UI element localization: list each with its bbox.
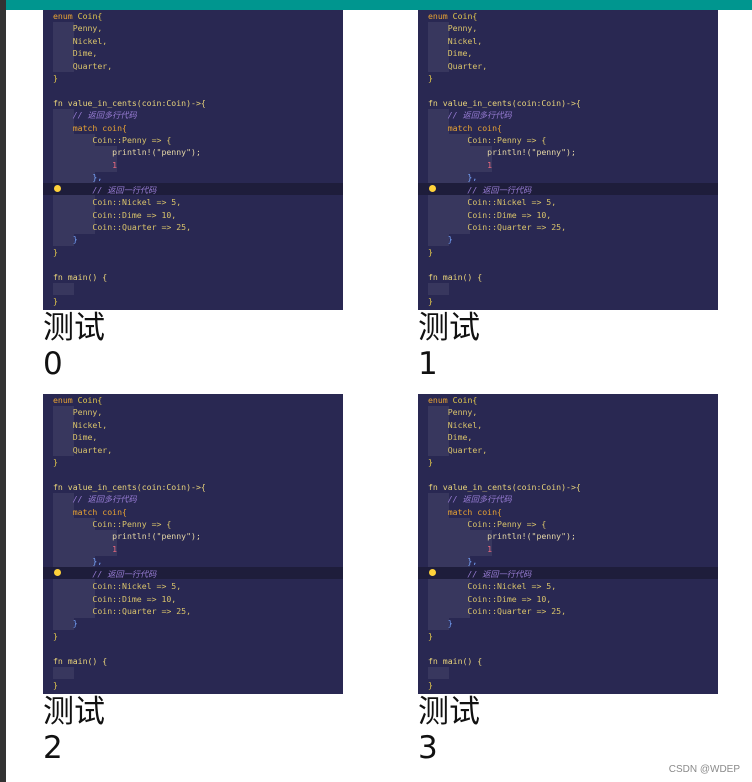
test-index: 3: [418, 730, 438, 766]
rust-code: enum Coin{ Penny, Nickel, Dime, Quarter,…: [53, 395, 206, 691]
test-label: 测试: [418, 310, 480, 346]
left-edge-bar: [0, 0, 6, 782]
test-cell-2: enum Coin{ Penny, Nickel, Dime, Quarter,…: [43, 394, 343, 766]
test-cell-1: enum Coin{ Penny, Nickel, Dime, Quarter,…: [418, 10, 718, 382]
code-screenshot: enum Coin{ Penny, Nickel, Dime, Quarter,…: [418, 10, 718, 310]
test-index: 1: [418, 346, 438, 382]
rust-code: enum Coin{ Penny, Nickel, Dime, Quarter,…: [428, 11, 581, 307]
test-cell-0: enum Coin{ Penny, Nickel, Dime, Quarter,…: [43, 10, 343, 382]
test-index: 2: [43, 730, 63, 766]
rust-code: enum Coin{ Penny, Nickel, Dime, Quarter,…: [428, 395, 581, 691]
code-screenshot: enum Coin{ Penny, Nickel, Dime, Quarter,…: [43, 394, 343, 694]
test-label: 测试: [43, 310, 105, 346]
test-cell-3: enum Coin{ Penny, Nickel, Dime, Quarter,…: [418, 394, 718, 766]
test-label: 测试: [418, 694, 480, 730]
rust-code: enum Coin{ Penny, Nickel, Dime, Quarter,…: [53, 11, 206, 307]
watermark: CSDN @WDEP: [668, 764, 740, 775]
code-screenshot: enum Coin{ Penny, Nickel, Dime, Quarter,…: [43, 10, 343, 310]
code-screenshot: enum Coin{ Penny, Nickel, Dime, Quarter,…: [418, 394, 718, 694]
test-label: 测试: [43, 694, 105, 730]
test-index: 0: [43, 346, 63, 382]
top-accent-bar: [0, 0, 752, 10]
